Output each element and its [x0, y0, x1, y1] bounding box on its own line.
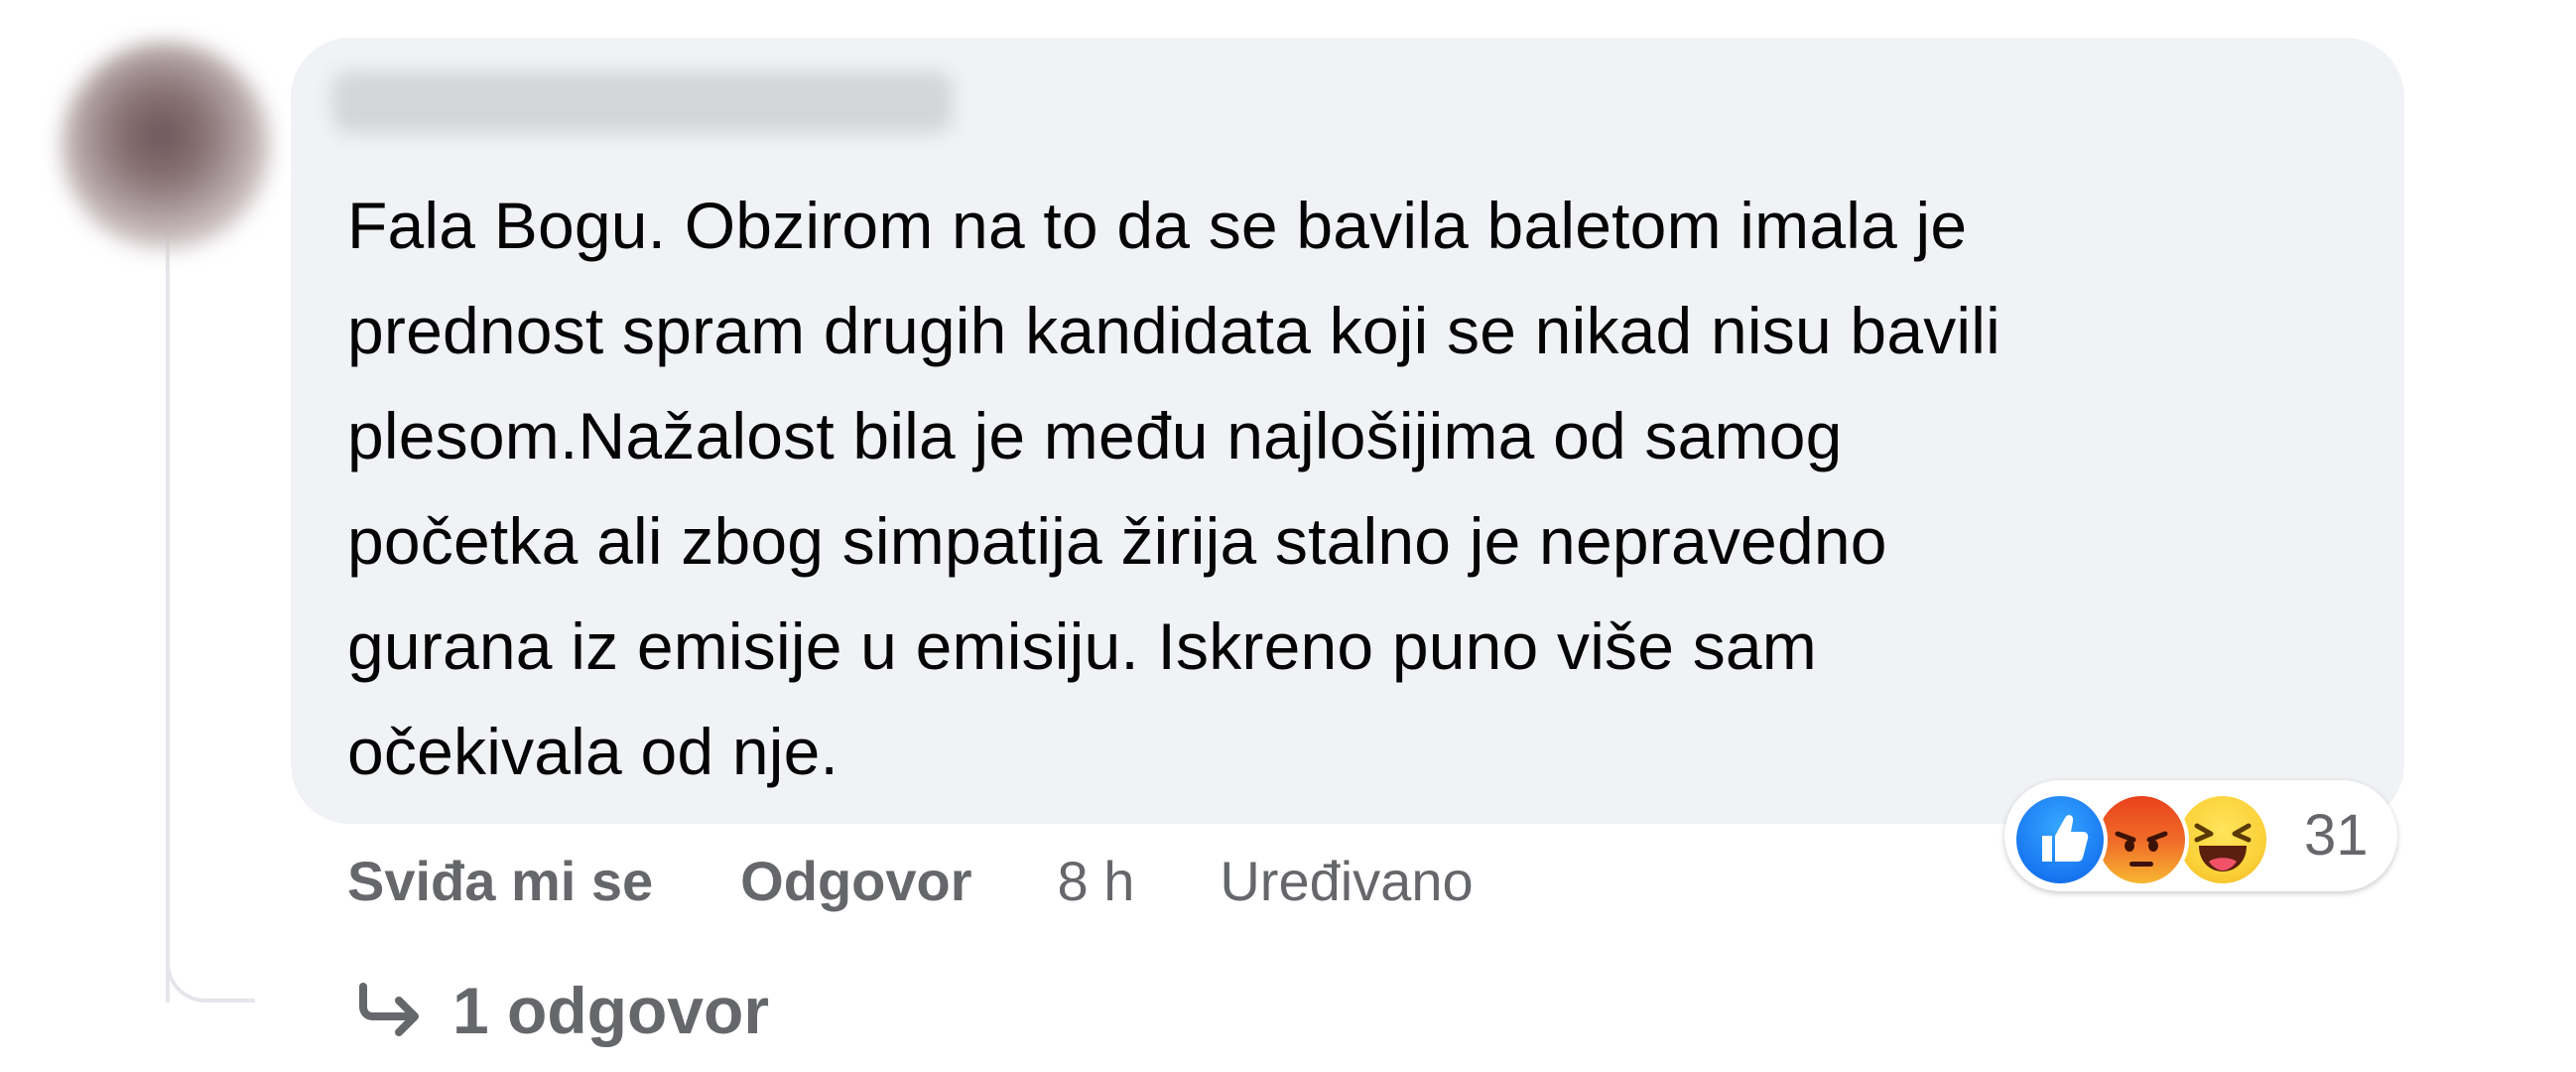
reply-arrow-icon [359, 983, 419, 1036]
reaction-count: 31 [2304, 803, 2369, 868]
like-button[interactable]: Sviđa mi se [347, 849, 653, 913]
like-icon [2012, 792, 2108, 887]
timestamp[interactable]: 8 h [1058, 849, 1135, 913]
haha-icon [2175, 792, 2270, 887]
comment-text-line: plesom.Nažalost bila je među najlošijima… [347, 399, 1843, 472]
reply-button[interactable]: Odgovor [740, 849, 971, 913]
comment-text-line: Fala Bogu. Obzirom na to da se bavila ba… [347, 189, 1968, 262]
edited-label[interactable]: Uređivano [1220, 849, 1473, 913]
angry-icon [2094, 792, 2189, 887]
reactions-summary[interactable]: 31 [2004, 780, 2397, 891]
comment-text-line: početka ali zbog simpatija žirija stalno… [347, 504, 1887, 578]
thread-line-curve [166, 943, 255, 1003]
view-replies-button[interactable]: 1 odgovor [355, 971, 769, 1050]
comment-text: Fala Bogu. Obzirom na to da se bavila ba… [347, 173, 2332, 804]
comment-text-line: gurana iz emisije u emisiju. Iskreno pun… [347, 609, 1817, 683]
avatar[interactable] [62, 42, 270, 250]
author-name-blurred[interactable] [332, 71, 953, 133]
comment-actions: Sviđa mi se Odgovor 8 h Uređivano [347, 846, 1474, 915]
thread-line [166, 228, 170, 1003]
replies-count-label: 1 odgovor [452, 974, 770, 1047]
comment-text-line: prednost spram drugih kandidata koji se … [347, 294, 2001, 367]
